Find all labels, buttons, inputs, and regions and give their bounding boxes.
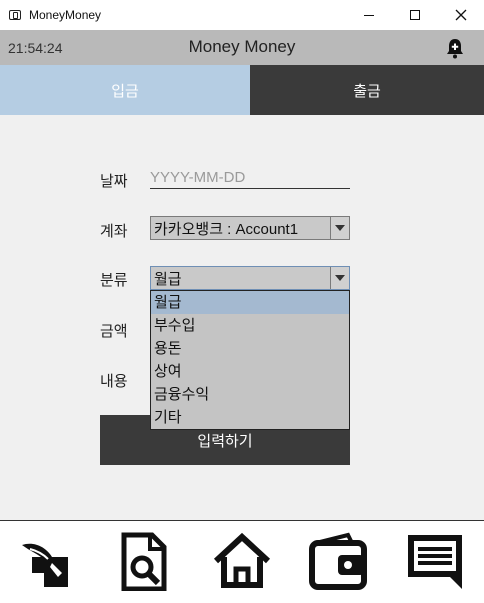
category-dropdown-list: 월급 부수입 용돈 상여 금융수익 기타	[150, 290, 350, 430]
account-select-value: 카카오뱅크 : Account1	[154, 220, 299, 238]
maximize-icon	[410, 10, 420, 20]
date-label: 날짜	[100, 173, 128, 190]
account-select[interactable]: 카카오뱅크 : Account1	[150, 216, 350, 240]
write-entry-icon[interactable]	[16, 531, 76, 591]
tab-deposit[interactable]: 입금	[0, 65, 250, 115]
category-option[interactable]: 금융수익	[151, 383, 349, 406]
close-button[interactable]	[438, 0, 484, 30]
close-icon	[455, 9, 467, 21]
category-option[interactable]: 용돈	[151, 337, 349, 360]
date-input[interactable]	[150, 166, 350, 189]
category-select-value: 월급	[154, 270, 182, 288]
category-option[interactable]: 부수입	[151, 314, 349, 337]
tab-withdraw[interactable]: 출금	[250, 65, 484, 115]
minimize-icon	[364, 14, 374, 16]
search-document-icon[interactable]	[114, 531, 174, 591]
app-title: Money Money	[188, 37, 296, 56]
minimize-button[interactable]	[346, 0, 392, 30]
chevron-down-icon	[335, 225, 345, 231]
wallet-icon[interactable]	[308, 531, 368, 591]
category-dropdown-button[interactable]	[330, 267, 349, 289]
bottom-nav	[0, 520, 484, 603]
account-label: 계좌	[100, 223, 128, 240]
category-select[interactable]: 월급	[150, 266, 350, 290]
chevron-down-icon	[335, 275, 345, 281]
memo-label: 내용	[100, 373, 128, 390]
app-icon	[9, 10, 21, 20]
category-option[interactable]: 월급	[151, 291, 349, 314]
amount-label: 금액	[100, 323, 128, 340]
account-dropdown-button[interactable]	[330, 217, 349, 239]
window-titlebar: MoneyMoney	[0, 0, 484, 30]
home-icon[interactable]	[212, 531, 272, 591]
category-option[interactable]: 상여	[151, 360, 349, 383]
bell-plus-icon[interactable]	[443, 36, 467, 60]
window-title: MoneyMoney	[29, 8, 102, 22]
message-icon[interactable]	[404, 531, 464, 591]
category-label: 분류	[100, 272, 128, 289]
app-header: 21:54:24 Money Money	[0, 30, 484, 65]
maximize-button[interactable]	[392, 0, 438, 30]
category-option[interactable]: 기타	[151, 406, 349, 429]
